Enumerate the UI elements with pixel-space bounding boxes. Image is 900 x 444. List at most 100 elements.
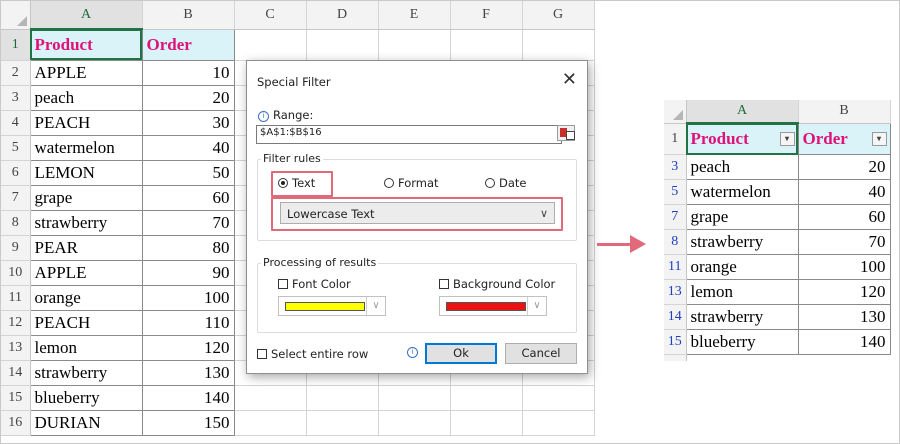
row-header[interactable]: 10 — [1, 260, 31, 286]
background-color-checkbox[interactable]: Background Color — [439, 277, 555, 291]
empty-cell[interactable] — [306, 410, 379, 436]
empty-cell[interactable] — [378, 385, 451, 411]
row-header[interactable]: 3 — [664, 154, 687, 180]
order-cell[interactable]: 110 — [142, 310, 235, 336]
select-entire-row-checkbox[interactable]: Select entire row — [257, 347, 368, 361]
empty-cell[interactable] — [306, 385, 379, 411]
row-header[interactable]: 7 — [1, 185, 31, 211]
empty-cell[interactable] — [522, 385, 595, 411]
product-cell[interactable]: peach — [686, 154, 799, 180]
order-cell[interactable]: 100 — [142, 285, 235, 311]
background-color-picker[interactable]: ∨ — [439, 296, 547, 316]
column-header-a[interactable]: A — [686, 100, 799, 124]
cancel-button[interactable]: Cancel — [505, 343, 577, 364]
order-cell[interactable]: 120 — [142, 335, 235, 361]
filter-dropdown-icon[interactable]: ▾ — [871, 131, 887, 146]
product-cell[interactable]: lemon — [686, 279, 799, 305]
order-cell[interactable]: 130 — [142, 360, 235, 386]
row-header[interactable]: 13 — [1, 335, 31, 361]
column-header-b[interactable]: B — [798, 100, 891, 124]
column-header-g[interactable]: G — [522, 1, 595, 30]
select-all-corner[interactable] — [664, 100, 687, 124]
row-header[interactable]: 9 — [1, 235, 31, 261]
product-cell[interactable]: orange — [30, 285, 143, 311]
empty-cell[interactable] — [522, 29, 595, 61]
row-header[interactable]: 5 — [1, 135, 31, 161]
row-header[interactable]: 4 — [1, 110, 31, 136]
row-header[interactable]: 11 — [664, 254, 687, 280]
radio-date[interactable]: Date — [485, 176, 527, 190]
row-header[interactable]: 7 — [664, 204, 687, 230]
empty-cell[interactable] — [306, 29, 379, 61]
order-cell[interactable]: 50 — [142, 160, 235, 186]
empty-cell[interactable] — [234, 410, 307, 436]
radio-format[interactable]: Format — [384, 176, 439, 190]
select-all-corner[interactable] — [1, 1, 31, 30]
row-header[interactable]: 11 — [1, 285, 31, 311]
column-header-a[interactable]: A — [30, 1, 143, 30]
row-header[interactable]: 13 — [664, 279, 687, 305]
empty-cell[interactable] — [450, 29, 523, 61]
font-color-checkbox[interactable]: Font Color — [278, 277, 351, 291]
ok-button[interactable]: Ok — [425, 343, 497, 364]
font-color-picker[interactable]: ∨ — [278, 296, 386, 316]
product-cell[interactable]: peach — [30, 85, 143, 111]
filter-active-icon[interactable]: ▾ — [779, 132, 795, 146]
product-cell[interactable]: LEMON — [30, 160, 143, 186]
order-cell[interactable]: 40 — [142, 135, 235, 161]
range-input[interactable]: $A$1:$B$16 — [256, 125, 562, 144]
row-header[interactable]: 1 — [1, 29, 31, 61]
product-cell[interactable]: lemon — [30, 335, 143, 361]
header-cell-product[interactable]: Product ▾ — [686, 123, 799, 155]
order-cell[interactable]: 120 — [798, 279, 891, 305]
header-cell-product[interactable]: Product — [30, 29, 143, 61]
order-cell[interactable]: 100 — [798, 254, 891, 280]
header-cell-order[interactable]: Order — [142, 29, 235, 61]
close-icon[interactable]: ✕ — [562, 69, 577, 90]
order-cell[interactable]: 90 — [142, 260, 235, 286]
order-cell[interactable]: 140 — [798, 329, 891, 355]
select-range-button[interactable] — [557, 125, 575, 141]
product-cell[interactable]: APPLE — [30, 60, 143, 86]
product-cell[interactable]: grape — [30, 185, 143, 211]
row-header[interactable]: 1 — [664, 123, 687, 155]
row-header[interactable]: 12 — [1, 310, 31, 336]
order-cell[interactable]: 40 — [798, 179, 891, 205]
order-cell[interactable]: 10 — [142, 60, 235, 86]
row-header[interactable]: 15 — [1, 385, 31, 411]
product-cell[interactable]: strawberry — [686, 304, 799, 330]
product-cell[interactable]: PEAR — [30, 235, 143, 261]
order-cell[interactable]: 70 — [798, 229, 891, 255]
row-header[interactable]: 15 — [664, 329, 687, 355]
row-header[interactable]: 8 — [1, 210, 31, 236]
product-cell[interactable]: DURIAN — [30, 410, 143, 436]
order-cell[interactable]: 20 — [142, 85, 235, 111]
product-cell[interactable]: PEACH — [30, 110, 143, 136]
empty-cell[interactable] — [234, 385, 307, 411]
product-cell[interactable]: watermelon — [30, 135, 143, 161]
text-filter-dropdown[interactable]: Lowercase Text ∨ — [280, 202, 555, 224]
order-cell[interactable]: 60 — [142, 185, 235, 211]
product-cell[interactable]: blueberry — [686, 329, 799, 355]
empty-cell[interactable] — [378, 29, 451, 61]
row-header[interactable]: 8 — [664, 229, 687, 255]
column-header-e[interactable]: E — [378, 1, 451, 30]
order-cell[interactable]: 60 — [798, 204, 891, 230]
order-cell[interactable]: 130 — [798, 304, 891, 330]
empty-cell[interactable] — [522, 410, 595, 436]
order-cell[interactable]: 70 — [142, 210, 235, 236]
row-header[interactable]: 14 — [1, 360, 31, 386]
order-cell[interactable]: 80 — [142, 235, 235, 261]
column-header-b[interactable]: B — [142, 1, 235, 30]
column-header-f[interactable]: F — [450, 1, 523, 30]
order-cell[interactable]: 150 — [142, 410, 235, 436]
header-cell-order[interactable]: Order ▾ — [798, 123, 891, 155]
row-header[interactable]: 5 — [664, 179, 687, 205]
product-cell[interactable]: strawberry — [30, 210, 143, 236]
empty-cell[interactable] — [450, 410, 523, 436]
product-cell[interactable]: APPLE — [30, 260, 143, 286]
row-header[interactable]: 2 — [1, 60, 31, 86]
radio-text[interactable]: Text — [278, 176, 315, 190]
product-cell[interactable]: orange — [686, 254, 799, 280]
order-cell[interactable]: 140 — [142, 385, 235, 411]
